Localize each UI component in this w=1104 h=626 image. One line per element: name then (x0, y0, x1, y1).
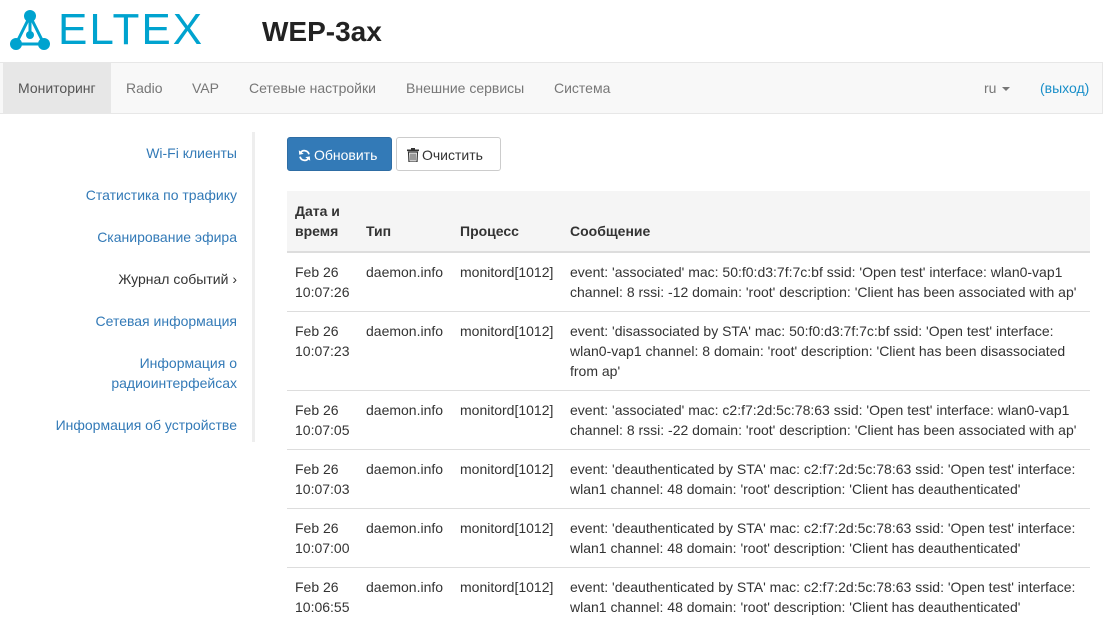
nav-monitoring[interactable]: Мониторинг (3, 63, 111, 113)
refresh-icon (298, 149, 311, 162)
clear-label: Очистить (422, 147, 483, 163)
table-row: Feb 2610:07:23daemon.infomonitord[1012]e… (287, 312, 1090, 391)
language-label: ru (984, 80, 996, 96)
refresh-label: Обновить (314, 147, 377, 163)
cell-time: 10:06:55 (295, 597, 350, 617)
cell-type: daemon.info (358, 509, 452, 568)
cell-datetime: Feb 2610:07:05 (287, 391, 358, 450)
cell-message: event: 'disassociated by STA' mac: 50:f0… (562, 312, 1090, 391)
chevron-right-icon: › (232, 271, 237, 287)
cell-type: daemon.info (358, 312, 452, 391)
column-header-type: Тип (358, 191, 452, 252)
cell-process: monitord[1012] (452, 509, 562, 568)
table-header-row: Дата и время Тип Процесс Сообщение (287, 191, 1090, 252)
product-title: WEP-3ax (262, 14, 382, 50)
table-row: Feb 2610:07:00daemon.infomonitord[1012]e… (287, 509, 1090, 568)
language-dropdown[interactable]: ru (969, 63, 1025, 113)
cell-process: monitord[1012] (452, 252, 562, 312)
nav-system[interactable]: Система (539, 63, 625, 113)
cell-date: Feb 26 (295, 459, 350, 479)
cell-date: Feb 26 (295, 577, 350, 597)
sidebar-item-label: Журнал событий (118, 271, 228, 287)
cell-type: daemon.info (358, 391, 452, 450)
cell-datetime: Feb 2610:07:03 (287, 450, 358, 509)
table-row: Feb 2610:07:26daemon.infomonitord[1012]e… (287, 252, 1090, 312)
sidebar: Wi-Fi клиенты Статистика по трафику Скан… (0, 132, 255, 442)
cell-datetime: Feb 2610:07:26 (287, 252, 358, 312)
cell-datetime: Feb 2610:07:23 (287, 312, 358, 391)
cell-process: monitord[1012] (452, 568, 562, 626)
table-row: Feb 2610:07:05daemon.infomonitord[1012]e… (287, 391, 1090, 450)
nav-external-services[interactable]: Внешние сервисы (391, 63, 539, 113)
cell-time: 10:07:23 (295, 341, 350, 361)
cell-date: Feb 26 (295, 262, 350, 282)
cell-time: 10:07:00 (295, 538, 350, 558)
cell-process: monitord[1012] (452, 312, 562, 391)
top-navbar: Мониторинг Radio VAP Сетевые настройки В… (0, 62, 1103, 114)
cell-message: event: 'deauthenticated by STA' mac: c2:… (562, 450, 1090, 509)
refresh-button[interactable]: Обновить (287, 137, 392, 171)
cell-type: daemon.info (358, 252, 452, 312)
sidebar-item-air-scan[interactable]: Сканирование эфира (7, 227, 237, 247)
cell-message: event: 'associated' mac: c2:f7:2d:5c:78:… (562, 391, 1090, 450)
cell-time: 10:07:05 (295, 420, 350, 440)
table-row: Feb 2610:07:03daemon.infomonitord[1012]e… (287, 450, 1090, 509)
column-header-process: Процесс (452, 191, 562, 252)
cell-type: daemon.info (358, 568, 452, 626)
nav-radio[interactable]: Radio (111, 63, 178, 113)
logout-link[interactable]: (выход) (1025, 63, 1104, 113)
cell-datetime: Feb 2610:07:00 (287, 509, 358, 568)
cell-type: daemon.info (358, 450, 452, 509)
nav-vap[interactable]: VAP (177, 63, 234, 113)
table-row: Feb 2610:06:55daemon.infomonitord[1012]e… (287, 568, 1090, 626)
caret-down-icon (1002, 87, 1010, 91)
column-header-message: Сообщение (562, 191, 1090, 252)
sidebar-item-radio-info[interactable]: Информация о радиоинтерфейсах (107, 353, 237, 393)
cell-process: monitord[1012] (452, 450, 562, 509)
clear-button[interactable]: Очистить (396, 137, 501, 171)
header: ELTEX WEP-3ax (0, 0, 1104, 62)
cell-time: 10:07:03 (295, 479, 350, 499)
cell-message: event: 'deauthenticated by STA' mac: c2:… (562, 568, 1090, 626)
nav-network-settings[interactable]: Сетевые настройки (234, 63, 391, 113)
sidebar-item-network-info[interactable]: Сетевая информация (7, 311, 237, 331)
cell-message: event: 'associated' mac: 50:f0:d3:7f:7c:… (562, 252, 1090, 312)
sidebar-item-device-info[interactable]: Информация об устройстве (7, 415, 237, 435)
cell-date: Feb 26 (295, 321, 350, 341)
cell-time: 10:07:26 (295, 282, 350, 302)
cell-date: Feb 26 (295, 518, 350, 538)
sidebar-item-traffic-stats[interactable]: Статистика по трафику (7, 185, 237, 205)
event-log-table: Дата и время Тип Процесс Сообщение Feb 2… (287, 191, 1090, 626)
sidebar-item-event-log[interactable]: Журнал событий › (7, 269, 237, 289)
cell-date: Feb 26 (295, 400, 350, 420)
column-header-datetime: Дата и время (287, 191, 358, 252)
logo-text: ELTEX (58, 8, 204, 52)
trash-icon (407, 148, 419, 162)
sidebar-item-wifi-clients[interactable]: Wi-Fi клиенты (7, 143, 237, 163)
cell-message: event: 'deauthenticated by STA' mac: c2:… (562, 509, 1090, 568)
cell-process: monitord[1012] (452, 391, 562, 450)
cell-datetime: Feb 2610:06:55 (287, 568, 358, 626)
eltex-network-icon (8, 8, 52, 52)
eltex-logo[interactable]: ELTEX (8, 8, 204, 52)
